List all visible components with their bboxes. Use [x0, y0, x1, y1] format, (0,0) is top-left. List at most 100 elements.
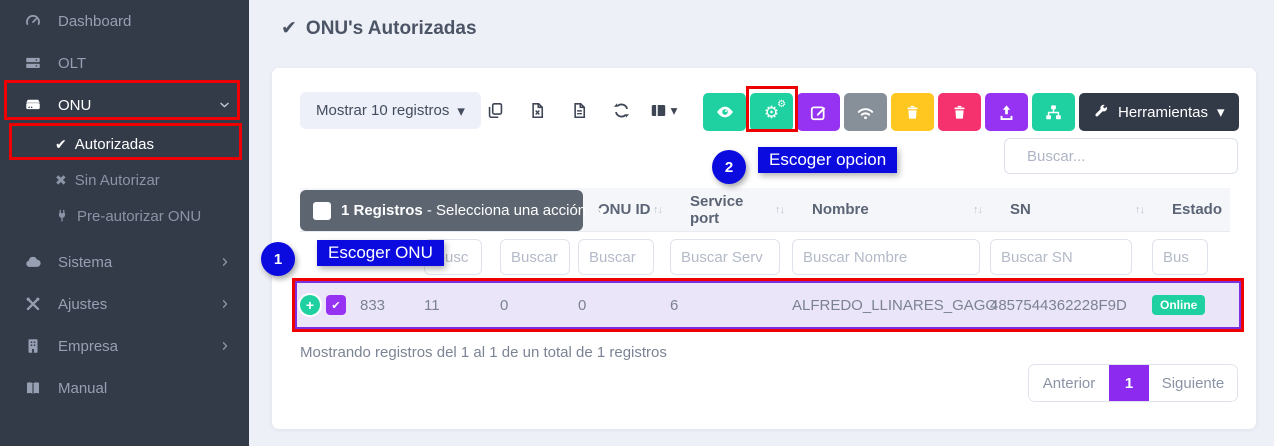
column-header-estado[interactable]: Estado — [1152, 201, 1230, 218]
filter-input[interactable] — [792, 239, 980, 275]
sort-icon[interactable]: ↑↓ — [653, 204, 662, 216]
caret-down-icon: ▾ — [457, 102, 465, 120]
filter-input[interactable] — [500, 239, 570, 275]
sidebar-item-empresa[interactable]: Empresa — [0, 325, 249, 367]
expand-row-button[interactable]: + — [300, 295, 320, 315]
pagination-page-1[interactable]: 1 — [1109, 365, 1149, 401]
sidebar-item-label: ONU — [58, 97, 91, 114]
tools-icon — [22, 295, 44, 313]
cell-id: 833 — [360, 297, 424, 314]
check-icon: ✔ — [281, 17, 297, 40]
delete-force-button[interactable] — [938, 93, 981, 131]
column-header-sn[interactable]: SN ↑↓ — [990, 201, 1152, 218]
sidebar-item-dashboard[interactable]: Dashboard — [0, 0, 249, 42]
cell-nombre: ALFREDO_LLINARES_GAGO — [792, 297, 990, 314]
trash-icon — [904, 104, 921, 121]
sidebar-item-sistema[interactable]: Sistema — [0, 241, 249, 283]
caret-down-icon: ▾ — [598, 202, 606, 220]
cell-service-port: 6 — [670, 297, 792, 314]
annotation-red-box-row: + ✔ 833 11 0 0 6 ALFREDO_LLINARES_GAGO 4… — [292, 278, 1244, 332]
cell-port: 0 — [500, 297, 578, 314]
column-header-service-port[interactable]: Service port ↑↓ — [670, 193, 792, 227]
sidebar-item-label: Sistema — [58, 254, 112, 271]
sidebar-item-label: Manual — [58, 380, 107, 397]
export-file-button[interactable] — [558, 92, 600, 129]
building-icon — [22, 337, 44, 355]
server-icon — [22, 54, 44, 72]
sidebar: Dashboard OLT ONU ✔ Autorizadas ✖ Si — [0, 0, 249, 446]
filter-input[interactable] — [578, 239, 654, 275]
sort-icon[interactable]: ↑↓ — [775, 204, 784, 216]
select-action-dropdown[interactable]: 1 Registros - Selecciona una acción ▾ — [300, 190, 583, 231]
gears-icon: ⚙⚙ — [764, 104, 779, 121]
app-window: Dashboard OLT ONU ✔ Autorizadas ✖ Si — [0, 0, 1274, 446]
annotation-step-badge-1: 1 — [261, 242, 295, 276]
column-header-nombre[interactable]: Nombre ↑↓ — [792, 201, 990, 218]
filter-input[interactable] — [670, 239, 780, 275]
sidebar-item-label: Ajustes — [58, 296, 107, 313]
show-entries-dropdown[interactable]: Mostrar 10 registros ▾ — [300, 92, 481, 129]
chevron-right-icon — [219, 256, 231, 268]
status-badge: Online — [1152, 295, 1205, 315]
tools-dropdown[interactable]: Herramientas ▾ — [1079, 93, 1239, 131]
upload-icon — [997, 103, 1016, 122]
sidebar-item-sin-autorizar[interactable]: ✖ Sin Autorizar — [0, 162, 249, 198]
sidebar-item-pre-autorizar[interactable]: Pre-autorizar ONU — [0, 198, 249, 234]
annotation-label-escoger-opcion: Escoger opcion — [758, 147, 897, 173]
delete-button[interactable] — [891, 93, 934, 131]
copy-icon — [486, 101, 505, 120]
sidebar-subitem-label: Sin Autorizar — [75, 172, 160, 189]
x-icon: ✖ — [55, 172, 67, 189]
annotation-step-badge-2: 2 — [712, 150, 746, 184]
eye-icon — [715, 102, 735, 122]
column-visibility-button[interactable]: ▾ — [642, 92, 684, 129]
view-button[interactable] — [703, 93, 746, 131]
sidebar-item-label: Dashboard — [58, 13, 131, 30]
search-input[interactable] — [1027, 148, 1226, 165]
table-row[interactable]: + ✔ 833 11 0 0 6 ALFREDO_LLINARES_GAGO 4… — [295, 281, 1241, 329]
sidebar-item-autorizadas[interactable]: ✔ Autorizadas — [0, 126, 249, 162]
sidebar-item-onu[interactable]: ONU — [0, 84, 249, 126]
file-text-icon — [570, 101, 589, 120]
cell-sn: 4857544362228F9D — [990, 297, 1152, 314]
caret-down-icon: ▾ — [671, 103, 678, 119]
select-all-checkbox[interactable] — [313, 202, 331, 220]
sort-icon[interactable]: ↑↓ — [1135, 204, 1144, 216]
copy-button[interactable] — [474, 92, 516, 129]
sidebar-subitem-label: Pre-autorizar ONU — [77, 208, 201, 225]
filter-input[interactable] — [990, 239, 1132, 275]
search-box — [1004, 138, 1238, 174]
refresh-icon — [612, 101, 631, 120]
sidebar-subitem-label: Autorizadas — [75, 136, 154, 153]
column-header-onu-id[interactable]: ONU ID ↑↓ — [578, 201, 670, 218]
sort-icon[interactable]: ↑↓ — [973, 204, 982, 216]
sidebar-item-ajustes[interactable]: Ajustes — [0, 283, 249, 325]
sidebar-item-label: OLT — [58, 55, 86, 72]
filter-input[interactable] — [1152, 239, 1208, 275]
sidebar-item-manual[interactable]: Manual — [0, 367, 249, 409]
sidebar-item-label: Empresa — [58, 338, 118, 355]
refresh-button[interactable] — [600, 92, 642, 129]
row-checkbox[interactable]: ✔ — [326, 295, 346, 315]
configure-button[interactable]: ⚙⚙ — [750, 93, 793, 131]
onu-submenu: ✔ Autorizadas ✖ Sin Autorizar Pre-autori… — [0, 126, 249, 234]
book-icon — [22, 379, 44, 397]
wrench-icon — [1093, 104, 1109, 120]
pagination-prev[interactable]: Anterior — [1029, 365, 1109, 401]
export-excel-button[interactable] — [516, 92, 558, 129]
pagination-next[interactable]: Siguiente — [1149, 365, 1237, 401]
sitemap-button[interactable] — [1032, 93, 1075, 131]
wifi-button[interactable] — [844, 93, 887, 131]
onu-device-icon — [22, 96, 44, 114]
file-excel-icon — [528, 101, 547, 120]
table-info: Mostrando registros del 1 al 1 de un tot… — [300, 344, 667, 361]
chevron-right-icon — [219, 340, 231, 352]
annotation-label-escoger-onu: Escoger ONU — [317, 240, 444, 266]
table-header: ONU ID ↑↓ Service port ↑↓ Nombre ↑↓ SN ↑… — [300, 188, 1230, 232]
columns-icon — [649, 101, 668, 120]
page-title: ✔ ONU's Autorizadas — [281, 17, 477, 40]
sidebar-item-olt[interactable]: OLT — [0, 42, 249, 84]
check-icon: ✔ — [55, 136, 67, 153]
upload-button[interactable] — [985, 93, 1028, 131]
edit-button[interactable] — [797, 93, 840, 131]
